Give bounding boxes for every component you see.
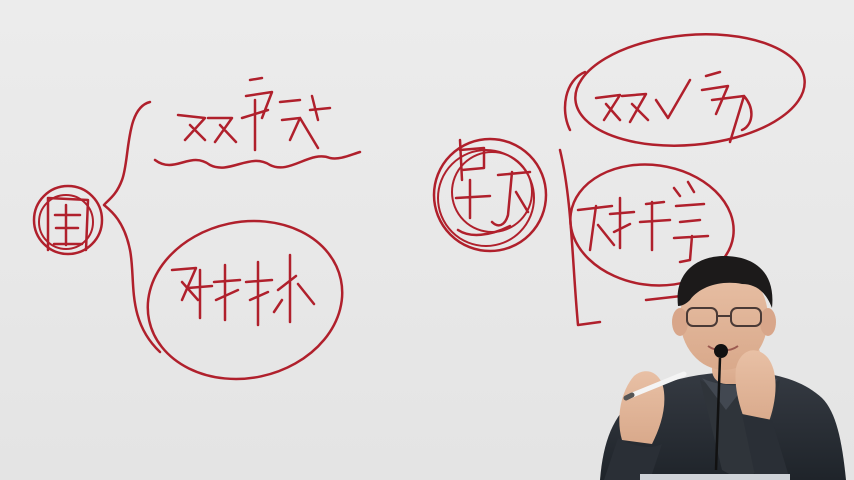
presenter: [600, 256, 846, 480]
presenter-ear-right: [760, 308, 776, 336]
video-frame: [0, 0, 854, 480]
presenter-ear-left: [672, 308, 688, 336]
marker-pen-tip: [623, 392, 635, 401]
desk-edge: [640, 474, 790, 480]
microphone-icon: [714, 344, 728, 358]
